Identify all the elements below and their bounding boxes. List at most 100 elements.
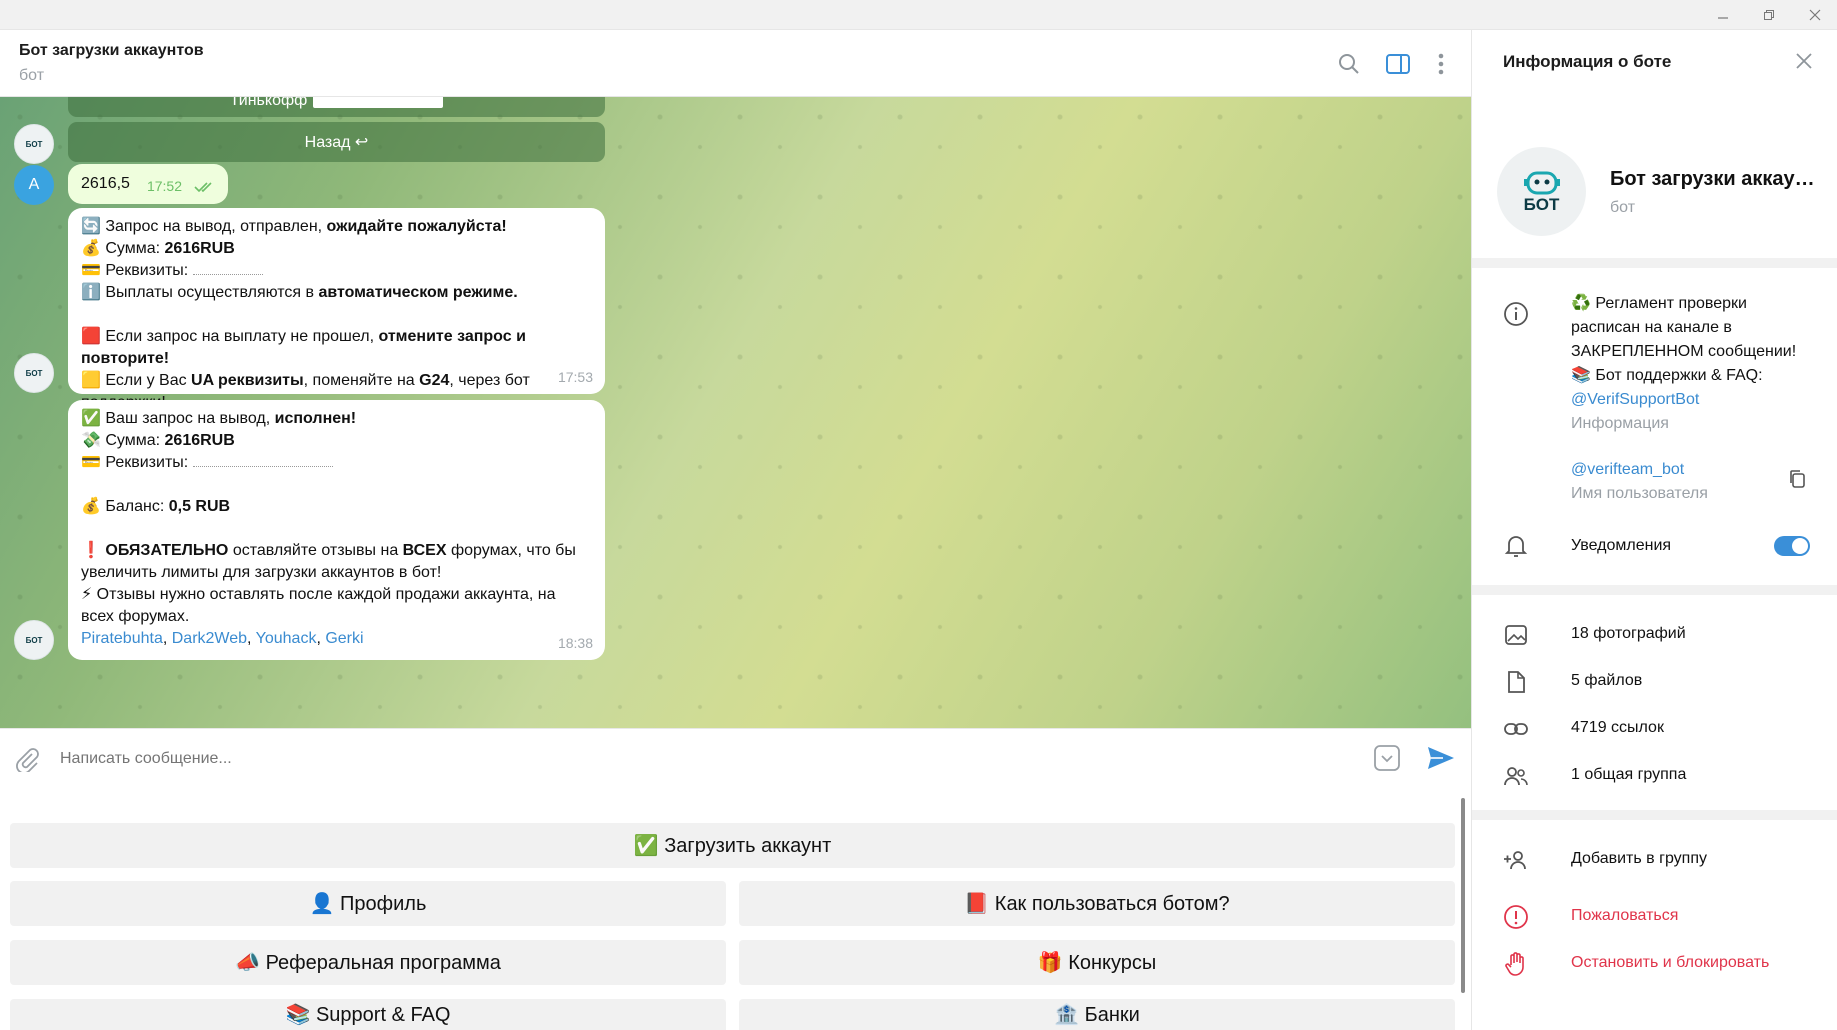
inline-button-back[interactable]: Назад ↩ <box>68 122 605 162</box>
description-text: 📚 Бот поддержки & FAQ: <box>1571 367 1763 384</box>
bot-type: бот <box>1610 199 1636 216</box>
forum-link[interactable]: Dark2Web <box>172 630 247 647</box>
keyboard-button-howto[interactable]: 📕 Как пользоваться ботом? <box>739 881 1455 926</box>
forum-link[interactable]: Gerki <box>325 630 363 647</box>
username-link[interactable]: @verifteam_bot <box>1571 458 1708 482</box>
add-to-group-button[interactable]: Добавить в группу <box>1472 840 1837 880</box>
hand-stop-icon <box>1502 950 1530 978</box>
chat-header[interactable]: Бот загрузки аккаунтов бот <box>0 30 1471 97</box>
media-photos[interactable]: 18 фотографий <box>1472 615 1837 655</box>
report-label: Пожаловаться <box>1571 907 1679 924</box>
message-time: 17:53 <box>557 369 593 385</box>
search-icon <box>1339 54 1359 74</box>
keyboard-toggle-icon <box>1374 745 1400 771</box>
block-label: Остановить и блокировать <box>1571 954 1770 971</box>
message-text: 2616,5 <box>81 175 130 192</box>
file-icon <box>1502 668 1530 696</box>
close-icon <box>1809 9 1821 21</box>
close-icon <box>1796 53 1812 69</box>
sidebar-header: Информация о боте <box>1472 30 1837 95</box>
more-vertical-icon <box>1438 53 1444 75</box>
bot-keyboard-toggle-button[interactable] <box>1373 744 1401 777</box>
files-count: 5 файлов <box>1571 672 1643 689</box>
inline-button-label: Тинькофф <box>229 97 308 109</box>
notifications-toggle[interactable] <box>1774 536 1810 556</box>
block-button[interactable]: Остановить и блокировать <box>1472 944 1837 984</box>
info-section: ♻️ Регламент проверки расписан на канале… <box>1472 268 1837 595</box>
outgoing-message[interactable]: 2616,5 17:52 <box>68 164 228 204</box>
keyboard-button-banks[interactable]: 🏦 Банки <box>739 999 1455 1030</box>
user-avatar[interactable]: A <box>14 165 54 205</box>
incoming-message[interactable]: ✅ Ваш запрос на вывод, исполнен! 💸 Сумма… <box>68 400 605 660</box>
keyboard-button-profile[interactable]: 👤 Профиль <box>10 881 726 926</box>
close-sidebar-button[interactable] <box>1795 52 1813 75</box>
keyboard-button-support[interactable]: 📚 Support & FAQ <box>10 999 726 1030</box>
minimize-icon <box>1718 17 1728 19</box>
keyboard-button-contests[interactable]: 🎁 Конкурсы <box>739 940 1455 985</box>
search-button[interactable] <box>1335 50 1363 78</box>
description-text: ♻️ Регламент проверки расписан на канале… <box>1571 295 1797 360</box>
username-block[interactable]: @verifteam_bot Имя пользователя <box>1571 458 1708 506</box>
minimize-button[interactable] <box>1700 0 1746 30</box>
toggle-sidebar-button[interactable] <box>1384 50 1412 78</box>
bot-avatar-text: БОТ <box>25 139 43 149</box>
message-line: 💸 Сумма: 2616RUB <box>81 432 235 449</box>
groups-count: 1 общая группа <box>1571 766 1687 783</box>
attach-button[interactable] <box>14 746 40 777</box>
media-groups[interactable]: 1 общая группа <box>1472 756 1837 796</box>
warning-icon <box>1502 903 1530 931</box>
report-button[interactable]: Пожаловаться <box>1472 897 1837 937</box>
avatar-label: БОТ <box>1523 194 1560 214</box>
restore-button[interactable] <box>1746 0 1792 30</box>
support-bot-link[interactable]: @VerifSupportBot <box>1571 388 1811 412</box>
chat-title: Бот загрузки аккаунтов <box>19 42 204 59</box>
message-line: 💳 Реквизиты: <box>81 260 592 282</box>
add-user-icon <box>1502 846 1530 874</box>
user-avatar-initial: A <box>28 176 40 193</box>
keyboard-scrollbar[interactable] <box>1461 798 1465 993</box>
media-section: 18 фотографий 5 файлов 4719 ссылок 1 общ… <box>1472 595 1837 820</box>
restore-icon <box>1764 10 1774 20</box>
close-window-button[interactable] <box>1792 0 1837 30</box>
notifications-label: Уведомления <box>1571 537 1672 554</box>
incoming-message[interactable]: 🔄 Запрос на вывод, отправлен, ожидайте п… <box>68 208 605 411</box>
bot-profile-avatar[interactable]: БОТ <box>1497 147 1586 236</box>
description-label: Информация <box>1571 415 1669 432</box>
send-button[interactable] <box>1426 744 1456 777</box>
media-files[interactable]: 5 файлов <box>1472 662 1837 702</box>
keyboard-button-upload[interactable]: ✅ Загрузить аккаунт <box>10 823 1455 868</box>
sidebar-title: Информация о боте <box>1503 52 1672 71</box>
bot-avatar[interactable]: БОТ <box>14 124 54 164</box>
forum-link[interactable]: Youhack <box>256 630 317 647</box>
media-links[interactable]: 4719 ссылок <box>1472 709 1837 749</box>
chat-panel: Бот загрузки аккаунтов бот Тинькофф Наза… <box>0 30 1471 1030</box>
chat-subtitle: бот <box>19 67 45 84</box>
robot-icon <box>1523 171 1560 194</box>
inline-button-bank[interactable]: Тинькофф <box>68 97 605 117</box>
message-line: ❗ ОБЯЗАТЕЛЬНО оставляйте отзывы на ВСЕХ … <box>81 542 576 581</box>
link-icon <box>1502 715 1530 743</box>
bot-avatar-text: БОТ <box>25 635 43 645</box>
message-line: 🟥 Если запрос на выплату не прошел, отме… <box>81 328 526 367</box>
keyboard-button-referral[interactable]: 📣 Реферальная программа <box>10 940 726 985</box>
inline-button-label: Назад ↩ <box>304 134 369 151</box>
redacted-block <box>192 459 333 467</box>
more-button[interactable] <box>1427 50 1455 78</box>
message-line: ✅ Ваш запрос на вывод, исполнен! <box>81 410 357 427</box>
bot-avatar[interactable]: БОТ <box>14 620 54 660</box>
group-icon <box>1502 762 1530 790</box>
message-input[interactable] <box>60 743 1360 775</box>
forum-link[interactable]: Piratebuhta <box>81 630 163 647</box>
message-links: Piratebuhta, Dark2Web, Youhack, Gerki <box>81 630 364 647</box>
message-line: 💳 Реквизиты: <box>81 452 592 474</box>
copy-button[interactable] <box>1788 469 1806 494</box>
bot-avatar-text: БОТ <box>25 368 43 378</box>
bot-avatar[interactable]: БОТ <box>14 353 54 393</box>
reply-keyboard: ✅ Загрузить аккаунт 👤 Профиль 📕 Как поль… <box>0 788 1471 1030</box>
message-time: 17:52 <box>146 178 182 194</box>
message-line: 💰 Сумма: 2616RUB <box>81 240 235 257</box>
message-line: ⚡ Отзывы нужно оставлять после каждой пр… <box>81 586 556 625</box>
